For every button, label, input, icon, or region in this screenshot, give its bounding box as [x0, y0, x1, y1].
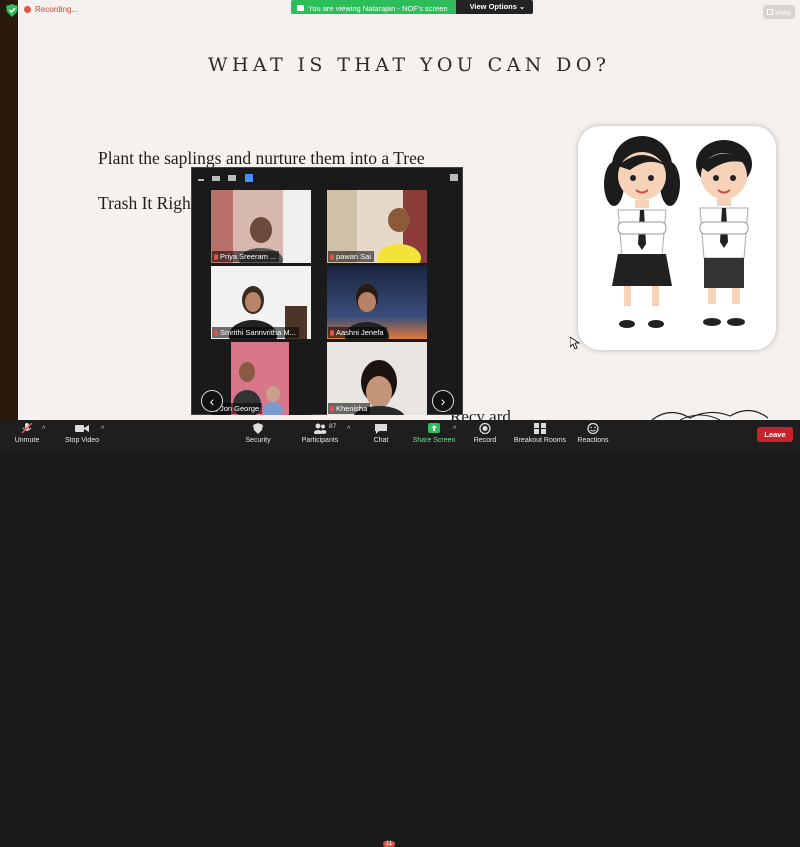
participant-name-tag: pawan Sai	[328, 251, 375, 262]
viewing-banner: You are viewing Natarajan - NOF's screen…	[291, 0, 534, 14]
stop-video-label: Stop Video	[64, 437, 100, 444]
record-button[interactable]: Record	[470, 420, 500, 450]
breakout-rooms-button[interactable]: Breakout Rooms	[512, 420, 568, 450]
slide-line-plant: Plant the saplings and nurture them into…	[98, 148, 425, 168]
share-screen-label: Share Screen	[412, 437, 456, 444]
participant-name-tag: Aashni Jenefa	[328, 327, 387, 338]
share-options-chevron-icon[interactable]: ^	[453, 426, 456, 433]
shield-icon[interactable]	[6, 4, 18, 17]
muted-mic-icon	[330, 405, 334, 412]
chat-label: Chat	[373, 437, 389, 444]
mouse-cursor-icon	[570, 337, 580, 349]
participant-name-tag: Khenisha	[328, 403, 371, 414]
participant-name: Priya Sreeram ...	[220, 252, 277, 261]
security-label: Security	[245, 437, 271, 444]
unmute-label: Unmute	[14, 437, 40, 444]
muted-mic-icon	[214, 329, 218, 336]
gallery-toolbar	[192, 168, 462, 186]
minimize-icon[interactable]	[198, 179, 204, 181]
meeting-top-bar: Recording... You are viewing Natarajan -…	[0, 0, 800, 22]
recording-label: Recording...	[35, 5, 79, 14]
participant-name-tag: Smrithi Sannvritha M...	[212, 327, 299, 338]
shield-icon	[253, 423, 263, 434]
participant-tile[interactable]: Priya Sreeram ...	[211, 190, 311, 263]
participant-name: Jon George	[220, 404, 260, 413]
participant-gallery-window[interactable]: Priya Sreeram ... pawan Sai Smrithi Sann…	[191, 167, 463, 415]
view-button-label: View	[774, 7, 792, 17]
muted-mic-icon	[330, 329, 334, 336]
slide-title: WHAT IS THAT YOU CAN DO?	[208, 54, 611, 76]
recording-indicator[interactable]: Recording...	[24, 5, 78, 14]
audio-options-chevron-icon[interactable]: ^	[42, 426, 45, 433]
muted-mic-icon	[21, 423, 33, 434]
view-options-button[interactable]: View Options ⌄	[455, 0, 534, 14]
breakout-rooms-label: Breakout Rooms	[513, 437, 567, 444]
leave-button[interactable]: Leave	[757, 427, 793, 442]
viewing-screen-label: You are viewing Natarajan - NOF's screen	[291, 0, 456, 14]
previous-page-button[interactable]: ‹	[201, 390, 223, 412]
participant-name: Smrithi Sannvritha M...	[220, 328, 296, 337]
left-edge-strip	[0, 0, 18, 450]
exit-fullscreen-icon[interactable]	[450, 174, 458, 181]
speaker-view-icon[interactable]	[212, 176, 220, 181]
muted-mic-icon	[330, 253, 334, 260]
smiley-icon	[587, 423, 599, 434]
participant-name: Aashni Jenefa	[336, 328, 384, 337]
next-page-button[interactable]: ›	[432, 390, 454, 412]
video-camera-icon	[75, 425, 89, 432]
slide-line-trash: Trash It Righ	[98, 193, 191, 213]
unmute-button[interactable]: Unmute	[8, 420, 46, 450]
stop-video-button[interactable]: Stop Video	[60, 420, 104, 450]
participants-label: Participants	[301, 437, 339, 444]
participant-tile[interactable]: Jon George	[211, 342, 311, 415]
participant-name-tag: Priya Sreeram ...	[212, 251, 280, 262]
view-button[interactable]: View	[763, 5, 795, 19]
breakout-rooms-icon	[534, 423, 546, 434]
share-screen-icon	[428, 423, 440, 433]
kids-illustration	[578, 126, 776, 350]
participants-count: 87	[329, 423, 337, 430]
participants-chevron-icon[interactable]: ^	[347, 426, 350, 433]
chat-unread-badge: 11	[383, 841, 396, 847]
record-dot-icon	[24, 6, 31, 13]
participant-tile[interactable]: Aashni Jenefa	[327, 266, 427, 339]
gallery-view-icon[interactable]	[245, 174, 253, 182]
participant-name: Khenisha	[336, 404, 368, 413]
record-label: Record	[473, 437, 497, 444]
video-options-chevron-icon[interactable]: ^	[101, 426, 104, 433]
chat-bubble-icon	[375, 424, 387, 434]
grid-icon	[766, 9, 773, 15]
record-icon	[479, 423, 491, 434]
strip-view-icon[interactable]	[228, 175, 236, 181]
viewing-banner-text: You are viewing Natarajan - NOF's screen	[308, 3, 448, 13]
share-screen-button[interactable]: Share Screen	[412, 420, 456, 450]
chat-button[interactable]: Chat	[366, 420, 396, 450]
reactions-label: Reactions	[577, 437, 609, 444]
meeting-controls-toolbar: Unmute ^ Stop Video ^ Security Participa…	[0, 420, 800, 847]
participant-name: pawan Sai	[336, 252, 372, 261]
participant-tile[interactable]: Khenisha	[327, 342, 427, 415]
people-icon	[314, 423, 327, 434]
reactions-button[interactable]: Reactions	[576, 420, 610, 450]
muted-mic-icon	[214, 253, 218, 260]
participant-tile[interactable]: Smrithi Sannvritha M...	[211, 266, 311, 339]
security-button[interactable]: Security	[240, 420, 276, 450]
participant-tile[interactable]: pawan Sai	[327, 190, 427, 263]
screen-share-icon	[297, 5, 304, 11]
